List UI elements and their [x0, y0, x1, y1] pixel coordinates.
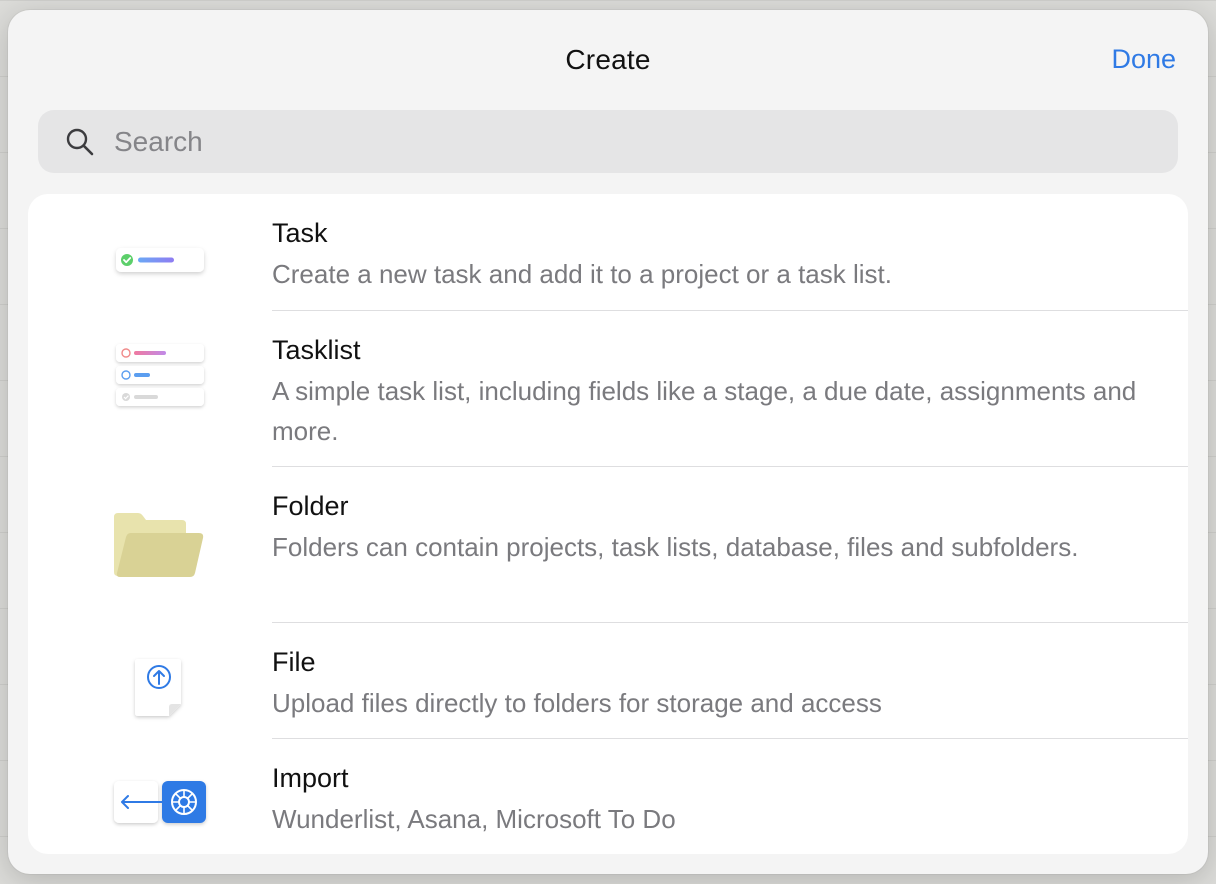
list-item-folder[interactable]: Folder Folders can contain projects, tas…	[28, 467, 1188, 623]
import-icon	[100, 779, 210, 854]
create-sheet: Create Done Search Task Create a new tas…	[8, 10, 1208, 874]
tasklist-text: Tasklist A simple task list, including f…	[272, 333, 1148, 451]
create-options-list: Task Create a new task and add it to a p…	[28, 194, 1188, 854]
item-description: Folders can contain projects, task lists…	[272, 532, 1079, 562]
item-title: Folder	[272, 491, 349, 521]
list-item-import[interactable]: Import Wunderlist, Asana, Microsoft To D…	[28, 739, 1188, 854]
item-description: Upload files directly to folders for sto…	[272, 688, 882, 718]
folder-icon	[100, 507, 210, 587]
file-upload-icon	[100, 657, 210, 737]
item-title: File	[272, 647, 316, 677]
list-item-task[interactable]: Task Create a new task and add it to a p…	[28, 194, 1188, 311]
sheet-header: Create Done	[8, 10, 1208, 110]
item-description: A simple task list, including fields lik…	[272, 376, 1137, 446]
folder-text: Folder Folders can contain projects, tas…	[272, 489, 1148, 567]
item-description: Create a new task and add it to a projec…	[272, 259, 892, 289]
list-item-file[interactable]: File Upload files directly to folders fo…	[28, 623, 1188, 739]
tasklist-icon	[100, 341, 210, 421]
search-icon	[66, 128, 94, 155]
item-title: Task	[272, 218, 328, 248]
search-bar[interactable]	[38, 110, 1178, 173]
task-text: Task Create a new task and add it to a p…	[272, 216, 1148, 294]
sheet-title: Create	[565, 44, 651, 75]
item-title: Tasklist	[272, 335, 361, 365]
task-card-icon	[100, 234, 210, 314]
done-button[interactable]: Done	[1111, 44, 1176, 75]
list-item-tasklist[interactable]: Tasklist A simple task list, including f…	[28, 311, 1188, 467]
item-description: Wunderlist, Asana, Microsoft To Do	[272, 804, 676, 834]
search-input[interactable]	[114, 125, 1074, 158]
import-text: Import Wunderlist, Asana, Microsoft To D…	[272, 761, 1148, 839]
item-title: Import	[272, 763, 349, 793]
file-text: File Upload files directly to folders fo…	[272, 645, 1148, 723]
